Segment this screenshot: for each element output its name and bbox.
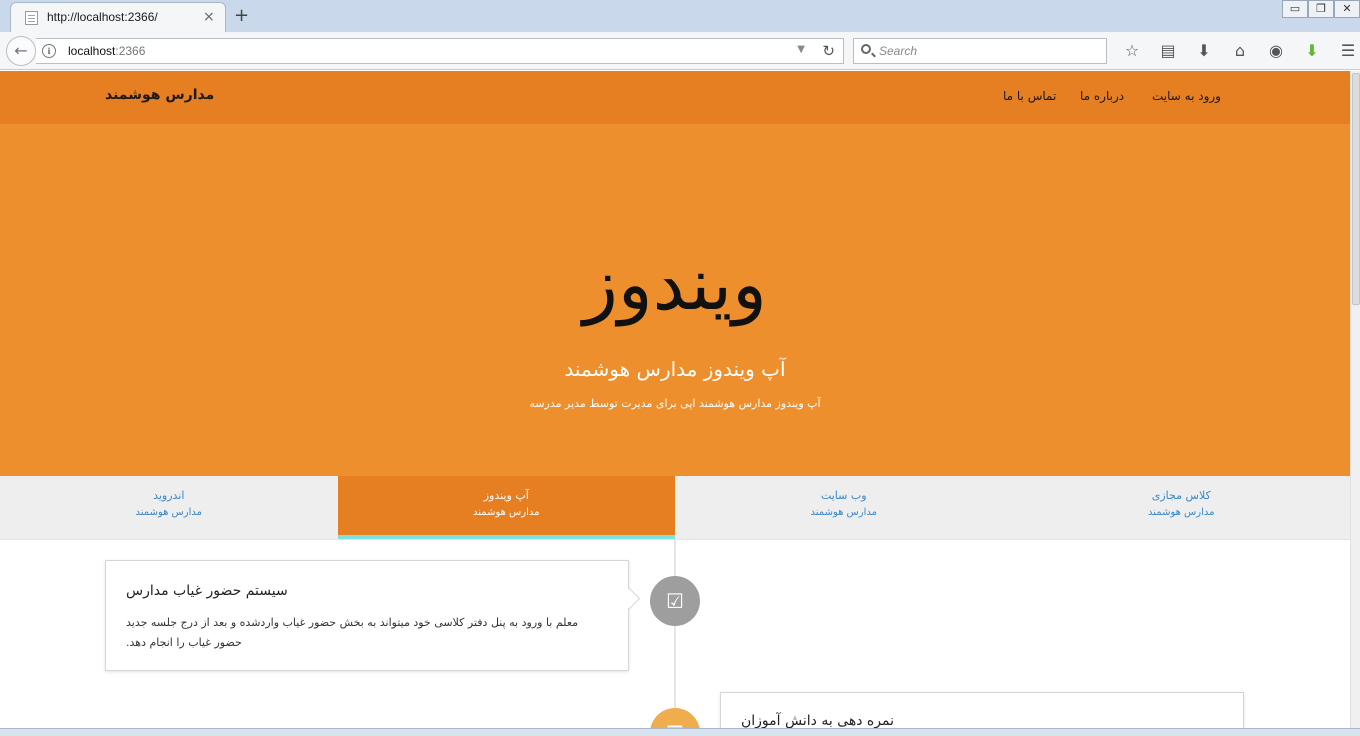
window-controls: ▭ ❐ ✕ xyxy=(1282,0,1360,18)
tab-subtitle: مدارس هوشمند xyxy=(135,507,202,518)
timeline-card-title: سیستم حضور غیاب مدارس xyxy=(126,583,288,599)
hero-title: ویندوز xyxy=(583,242,767,326)
hero-description: آپ ویندوز مدارس هوشمند اپی برای مدیرت تو… xyxy=(529,397,821,410)
tab-title: اندروید xyxy=(153,489,185,502)
info-icon[interactable]: i xyxy=(42,44,56,58)
search-icon xyxy=(861,44,871,54)
tab-website[interactable]: وب سایت مدارس هوشمند xyxy=(675,476,1013,539)
timeline-card-body: معلم با ورود به پنل دفتر کلاسی خود میتوا… xyxy=(126,616,579,649)
search-placeholder: Search xyxy=(879,44,918,58)
nav-login-link[interactable]: ورود به سایت xyxy=(1152,89,1221,103)
close-tab-icon[interactable]: × xyxy=(203,9,215,25)
search-input[interactable]: Search xyxy=(853,38,1107,64)
os-taskbar xyxy=(0,728,1360,736)
page-favicon-icon xyxy=(25,11,38,25)
tab-subtitle: مدارس هوشمند xyxy=(473,507,540,518)
restore-button[interactable]: ❐ xyxy=(1308,0,1334,18)
feature-tabs: اندروید مدارس هوشمند آپ ویندوز مدارس هوش… xyxy=(0,476,1350,540)
nav-contact-link[interactable]: تماس با ما xyxy=(1003,89,1056,103)
tab-android[interactable]: اندروید مدارس هوشمند xyxy=(0,476,338,539)
tab-virtual-class[interactable]: کلاس مجازی مدارس هوشمند xyxy=(1013,476,1351,539)
reload-icon[interactable]: ↻ xyxy=(822,42,835,60)
tab-title: وب سایت xyxy=(820,489,867,502)
site-brand[interactable]: مدارس هوشمند xyxy=(105,87,214,103)
page-scrollbar[interactable] xyxy=(1350,71,1360,736)
toolbar-icons: ☆ ▤ ⬇ ⌂ ◉ ⬇ ☰ xyxy=(1114,40,1360,62)
home-icon[interactable]: ⌂ xyxy=(1222,40,1258,62)
download-helper-icon[interactable]: ⬇ xyxy=(1294,40,1330,62)
tab-title: http://localhost:2366/ xyxy=(47,10,158,24)
site-navbar: مدارس هوشمند ورود به سایت درباره ما تماس… xyxy=(0,71,1350,124)
arrow-left-icon: ← xyxy=(14,41,28,60)
timeline-card-title: نمره دهی به دانش آموزان xyxy=(741,713,894,729)
new-tab-button[interactable]: + xyxy=(234,5,249,26)
browser-titlebar: http://localhost:2366/ × + ▭ ❐ ✕ xyxy=(0,0,1360,32)
tab-subtitle: مدارس هوشمند xyxy=(810,507,877,518)
tab-title: آپ ویندوز xyxy=(483,489,529,502)
bookmark-star-icon[interactable]: ☆ xyxy=(1114,40,1150,62)
tab-windows-app[interactable]: آپ ویندوز مدارس هوشمند xyxy=(337,476,675,539)
scrollbar-thumb[interactable] xyxy=(1352,73,1360,305)
timeline-card: سیستم حضور غیاب مدارس معلم با ورود به پن… xyxy=(105,560,629,671)
tab-subtitle: مدارس هوشمند xyxy=(1148,507,1215,518)
pocket-icon[interactable]: ◉ xyxy=(1258,40,1294,62)
timeline-line xyxy=(674,540,676,736)
hero-subtitle: آپ ویندوز مدارس هوشمند xyxy=(564,357,786,381)
browser-tab[interactable]: http://localhost:2366/ × xyxy=(10,2,226,32)
page-viewport: مدارس هوشمند ورود به سایت درباره ما تماس… xyxy=(0,71,1350,736)
minimize-button[interactable]: ▭ xyxy=(1282,0,1308,18)
nav-about-link[interactable]: درباره ما xyxy=(1080,89,1124,103)
reading-list-icon[interactable]: ▤ xyxy=(1150,40,1186,62)
url-text: localhost:2366 xyxy=(68,44,146,58)
close-window-button[interactable]: ✕ xyxy=(1334,0,1360,18)
menu-icon[interactable]: ☰ xyxy=(1330,40,1360,62)
browser-toolbar: ← i localhost:2366 ▼ ↻ Search ☆ ▤ ⬇ ⌂ ◉ … xyxy=(0,32,1360,70)
back-button[interactable]: ← xyxy=(6,36,36,66)
hero-section: ویندوز آپ ویندوز مدارس هوشمند آپ ویندوز … xyxy=(0,124,1350,476)
url-dropdown-icon[interactable]: ▼ xyxy=(797,44,805,55)
downloads-icon[interactable]: ⬇ xyxy=(1186,40,1222,62)
tab-title: کلاس مجازی xyxy=(1151,489,1211,502)
url-bar[interactable]: i localhost:2366 ▼ ↻ xyxy=(36,38,844,64)
check-square-icon: ☑ xyxy=(650,576,700,626)
